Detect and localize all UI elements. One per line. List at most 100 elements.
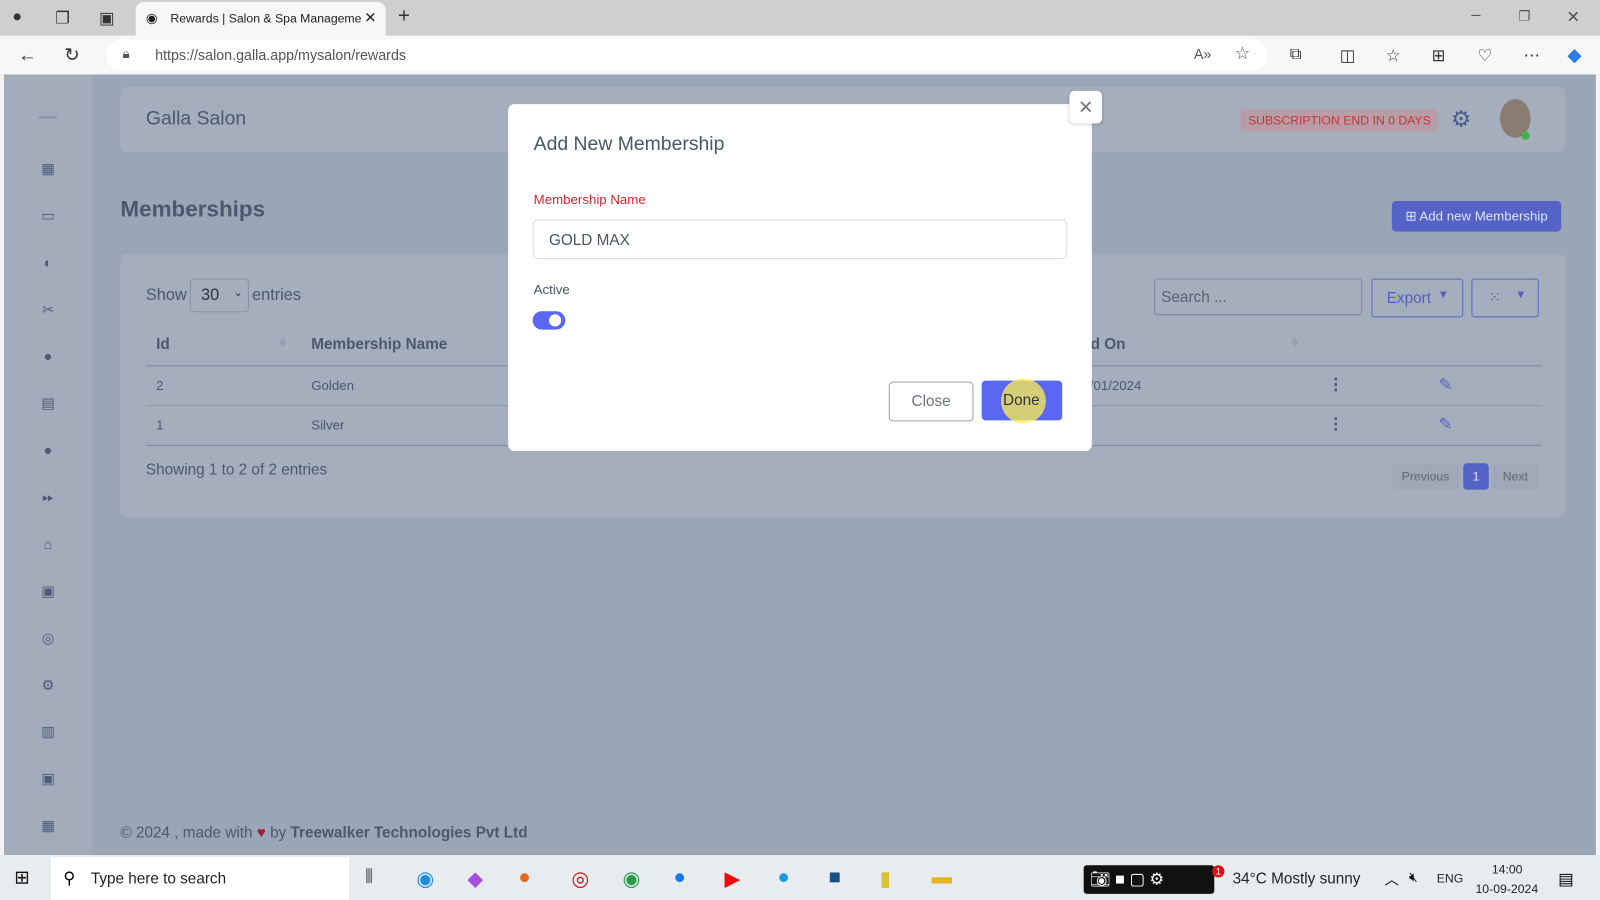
read-aloud-icon[interactable]: A» <box>1194 46 1211 62</box>
recorder-icon[interactable]: ◎ <box>571 866 589 892</box>
page-title: Memberships <box>120 195 266 222</box>
close-button[interactable]: Close <box>888 381 974 422</box>
favorites-icon[interactable]: ☆ <box>1386 46 1401 66</box>
search-placeholder: Search ... <box>1161 288 1227 307</box>
column-visibility-button[interactable]: ⁙ ▼ <box>1471 278 1539 318</box>
money-icon[interactable]: ▣ <box>38 770 58 790</box>
lock-icon: 🔒︎ <box>122 45 130 62</box>
browser-tab[interactable]: ◉ Rewards | Salon & Spa Manageme ✕ <box>135 2 386 36</box>
capture-toolbar[interactable]: 📷︎ ■ ▢ ⚙ <box>1083 865 1215 894</box>
task-view-icon[interactable]: ⫼ <box>365 868 373 886</box>
clock-time[interactable]: 14:00 <box>1492 862 1523 876</box>
app-icon[interactable]: ▮ <box>880 866 891 892</box>
page-1-button[interactable]: 1 <box>1463 463 1489 490</box>
sort-icon[interactable]: ♦ <box>279 334 287 352</box>
footer: © 2024 , made with ♥ by Treewalker Techn… <box>120 824 527 841</box>
youtube-icon[interactable]: ▶ <box>724 866 740 892</box>
done-button[interactable]: Done <box>981 378 1063 424</box>
report-icon[interactable]: ▥ <box>38 723 58 743</box>
column-header-name[interactable]: Membership Name <box>311 336 447 353</box>
basket-icon[interactable]: ⌂ <box>38 536 58 556</box>
search-input[interactable]: Search ... <box>1154 278 1363 316</box>
collections-icon[interactable]: ⊞ <box>1432 46 1446 66</box>
firefox-icon[interactable]: ● <box>518 866 530 889</box>
more-actions-icon[interactable]: ⋮ <box>1328 414 1344 434</box>
contacts-icon[interactable]: ▣ <box>38 583 58 603</box>
entries-label: entries <box>252 286 302 305</box>
export-button[interactable]: Export ▼ <box>1371 278 1464 318</box>
facebook-icon[interactable]: ● <box>673 866 685 889</box>
extensions-icon[interactable]: ⧉ <box>1290 46 1302 64</box>
split-screen-icon[interactable]: ◫ <box>1340 46 1355 66</box>
windows-start-icon[interactable]: ⊞ <box>14 867 29 888</box>
add-membership-modal: Add New Membership Membership Name GOLD … <box>508 104 1092 452</box>
table-info: Showing 1 to 2 of 2 entries <box>145 461 328 479</box>
muted-speaker-icon[interactable]: 🔇︎ <box>1409 869 1417 885</box>
add-membership-button[interactable]: ⊞ Add new Membership <box>1391 201 1562 232</box>
chrome-icon[interactable]: ◉ <box>622 866 640 892</box>
back-icon[interactable]: ← <box>18 45 36 66</box>
calendar-icon[interactable]: ▦ <box>38 817 58 837</box>
settings-gear-icon[interactable]: ⚙ <box>1451 106 1471 133</box>
copilot-app-icon[interactable]: ◆ <box>467 866 483 892</box>
language-indicator[interactable]: ENG <box>1437 871 1464 885</box>
contrast-icon[interactable]: ◐ <box>38 254 58 274</box>
cell-id: 1 <box>156 417 164 433</box>
online-status-dot <box>1521 131 1530 140</box>
user-icon[interactable]: ● <box>38 348 58 368</box>
new-tab-icon[interactable]: + <box>398 5 410 28</box>
document-icon[interactable]: ▤ <box>38 395 58 415</box>
url-input[interactable]: 🔒︎ https://salon.galla.app/mysalon/rewar… <box>106 39 1268 71</box>
chevron-down-icon: ⌄ <box>233 286 244 299</box>
done-label: Done <box>1003 391 1040 410</box>
minimize-icon[interactable]: – <box>1471 6 1480 24</box>
footer-company[interactable]: Treewalker Technologies Pvt Ltd <box>291 824 528 841</box>
skype-icon[interactable]: ● <box>778 866 790 889</box>
more-icon[interactable]: ⋯ <box>1523 46 1539 66</box>
copilot-icon[interactable]: ◆ <box>1567 45 1581 66</box>
show-label: Show <box>145 286 187 305</box>
settings-icon[interactable]: ⚙ <box>38 677 58 697</box>
ticket-icon[interactable]: ✂ <box>38 301 58 321</box>
customer-icon[interactable]: ● <box>38 442 58 462</box>
browser-essentials-icon[interactable]: ♡ <box>1478 46 1493 66</box>
location-icon[interactable]: ◎ <box>38 630 58 650</box>
notifications-icon[interactable]: ▤ <box>1558 869 1573 889</box>
workspaces-icon[interactable]: ❐ <box>55 8 70 28</box>
membership-name-input[interactable]: GOLD MAX <box>532 219 1068 260</box>
refresh-icon[interactable]: ↻ <box>64 45 79 66</box>
cell-name: Golden <box>311 377 354 393</box>
edge-icon[interactable]: ◉ <box>416 866 434 892</box>
profile-icon[interactable]: ● <box>12 8 22 26</box>
chevron-up-icon[interactable]: ︿ <box>1385 869 1399 889</box>
add-membership-label: Add new Membership <box>1419 208 1548 224</box>
clock-date[interactable]: 10-09-2024 <box>1475 882 1538 896</box>
sort-icon[interactable]: ♦ <box>1291 334 1299 352</box>
menu-toggle-icon[interactable] <box>38 116 58 119</box>
weather-text[interactable]: 34°C Mostly sunny <box>1233 870 1361 887</box>
maximize-icon[interactable]: ❐ <box>1518 8 1530 24</box>
modal-close-icon[interactable]: ✕ <box>1069 90 1103 124</box>
favicon-icon: ◉ <box>145 10 158 26</box>
store-icon[interactable]: ■ <box>829 866 841 889</box>
folder-icon[interactable]: ▭ <box>38 207 58 227</box>
column-header-id[interactable]: Id <box>156 336 170 353</box>
edit-icon[interactable]: ✎ <box>1439 374 1453 394</box>
more-actions-icon[interactable]: ⋮ <box>1328 374 1344 394</box>
previous-page-button[interactable]: Previous <box>1391 463 1460 490</box>
active-toggle[interactable] <box>532 311 566 330</box>
salon-name: Galla Salon <box>145 108 247 130</box>
close-tab-icon[interactable]: ✕ <box>364 9 376 26</box>
edit-icon[interactable]: ✎ <box>1439 414 1453 434</box>
camera-icon[interactable]: 📷︎ ■ ▢ ⚙ <box>1090 869 1164 889</box>
dashboard-icon[interactable]: ▦ <box>38 160 58 180</box>
close-window-icon[interactable]: ✕ <box>1566 7 1580 27</box>
file-explorer-icon[interactable]: ▬ <box>932 866 952 889</box>
tab-actions-icon[interactable]: ▣ <box>99 8 114 28</box>
favorite-star-icon[interactable]: ☆ <box>1235 44 1251 64</box>
forward-icon[interactable]: ⏩︎ <box>38 489 58 509</box>
taskbar-search[interactable]: ⚲ Type here to search <box>51 857 349 900</box>
next-page-button[interactable]: Next <box>1491 463 1539 490</box>
add-icon: ⊞ <box>1405 208 1417 224</box>
entries-select[interactable]: 30 ⌄ <box>189 278 249 313</box>
